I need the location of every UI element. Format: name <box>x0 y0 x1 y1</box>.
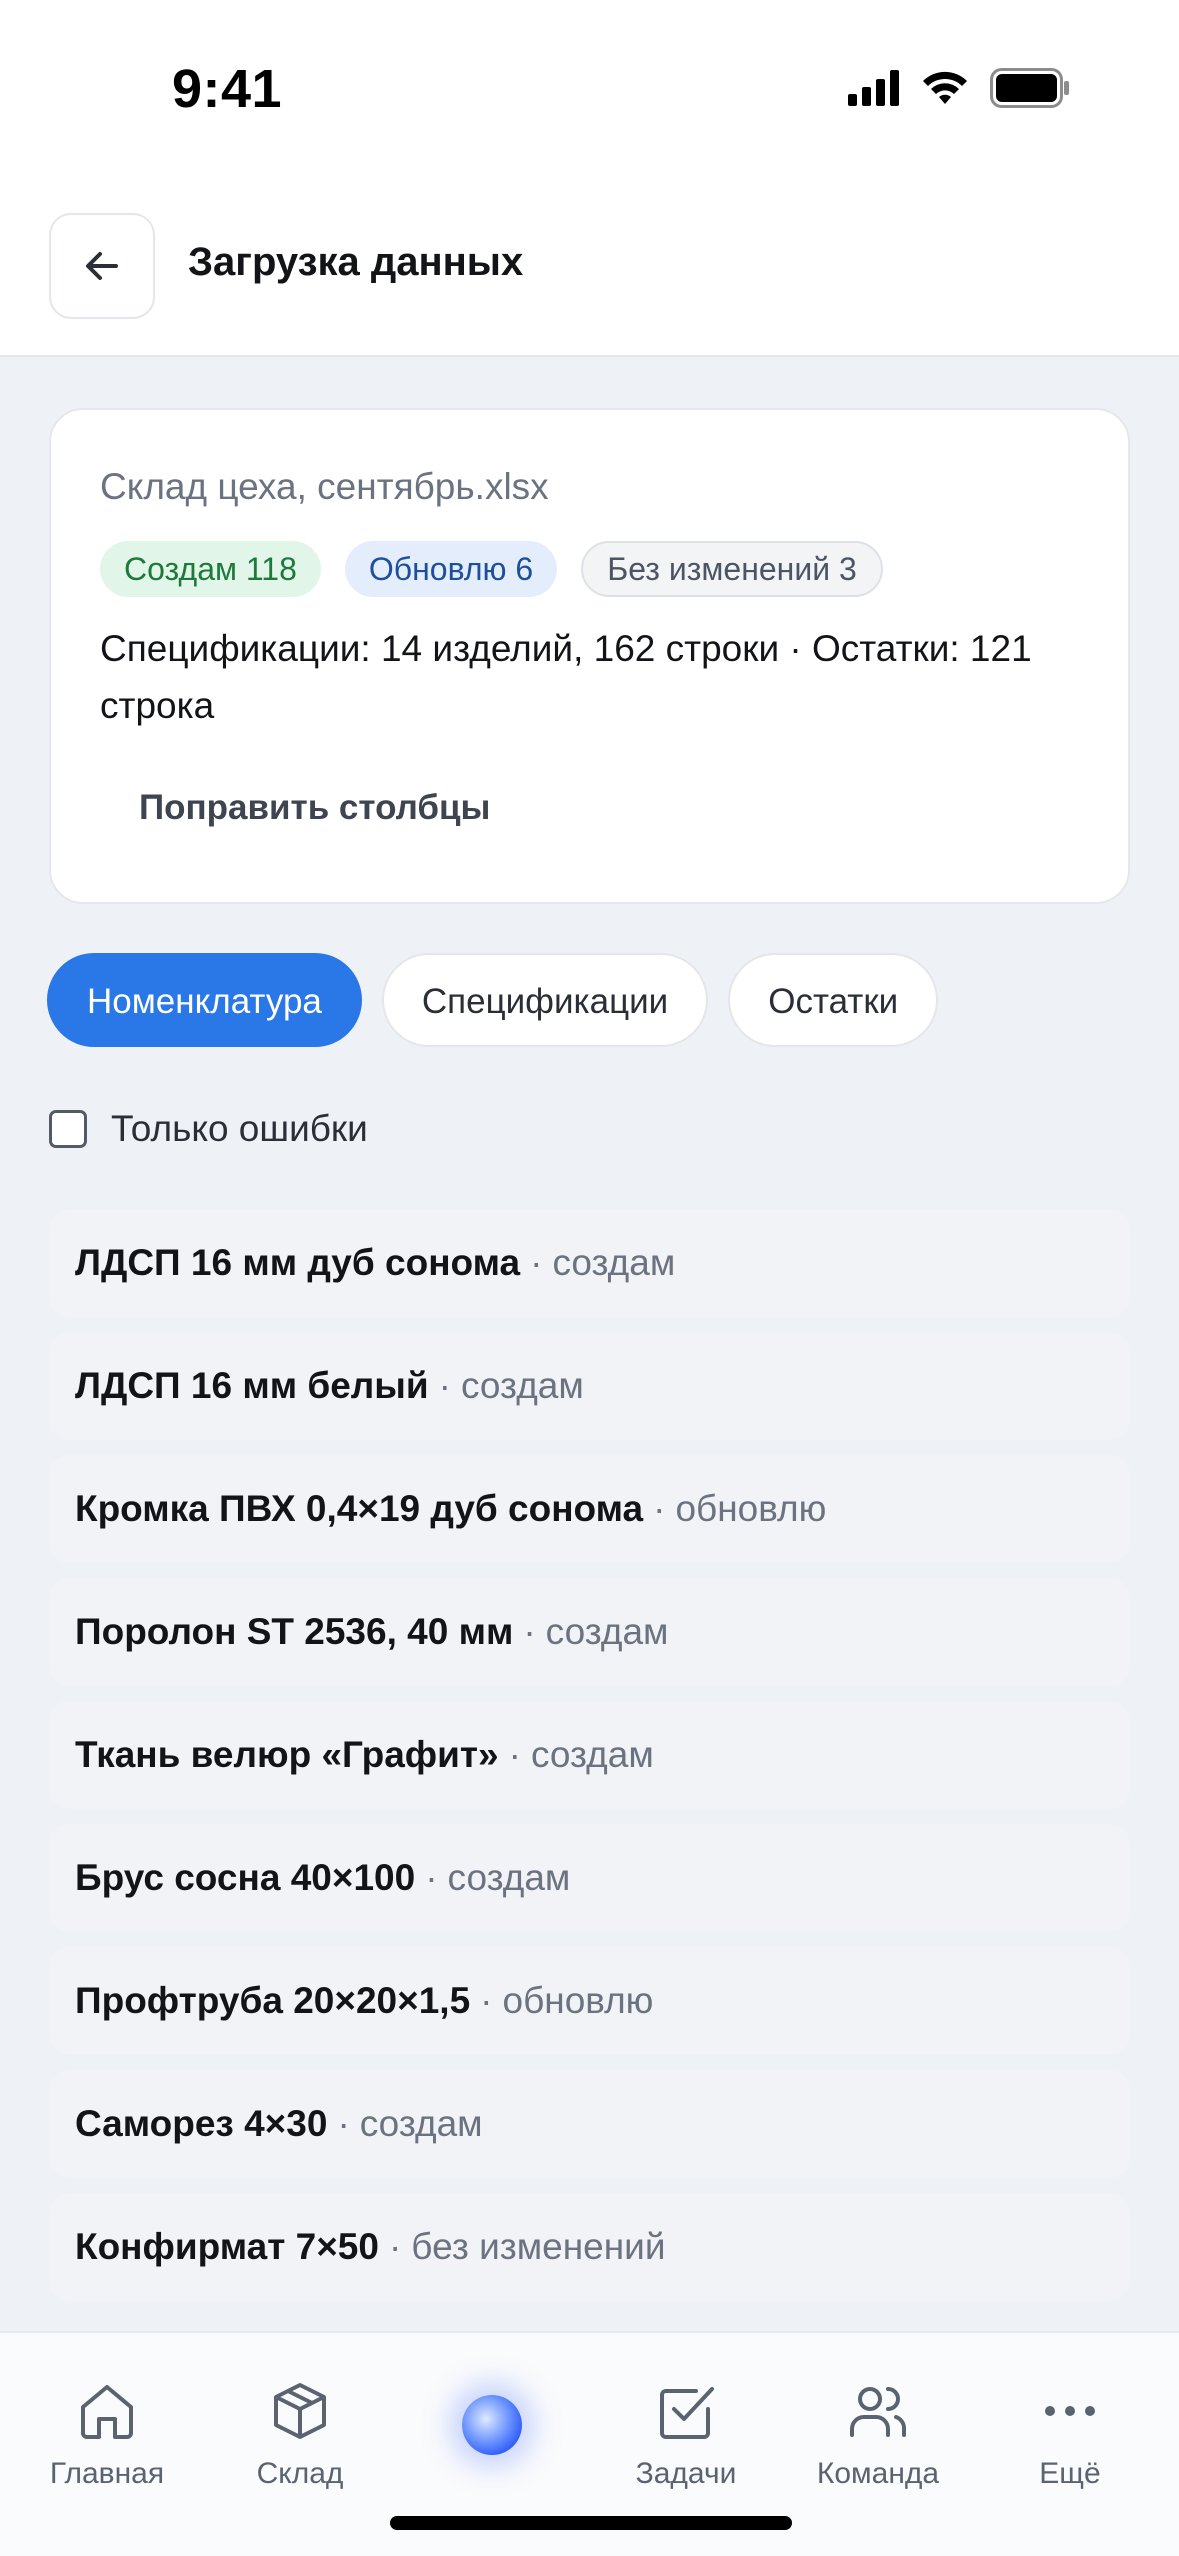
item-separator: · <box>653 1488 666 1529</box>
item-separator: · <box>530 1242 543 1283</box>
nav-warehouse-label: Склад <box>256 2457 344 2490</box>
item-status: создам <box>545 1611 669 1652</box>
battery-icon <box>990 68 1069 108</box>
file-name: Склад цеха, сентябрь.xlsx <box>100 466 549 507</box>
item-list: ЛДСП 16 мм дуб сонома · создам ЛДСП 16 мм … <box>49 1209 1130 2316</box>
item-name: ЛДСП 16 мм белый <box>75 1365 429 1406</box>
list-item[interactable]: Профтруба 20×20×1,5 · обновлю <box>49 1947 1130 2055</box>
status-time: 9:41 <box>172 59 283 119</box>
errors-only-filter[interactable]: Только ошибки <box>49 1108 368 1150</box>
errors-only-checkbox[interactable] <box>49 1110 87 1148</box>
list-item[interactable]: ЛДСП 16 мм дуб сонома · создам <box>49 1209 1130 1317</box>
nav-more[interactable]: Ещё <box>990 2379 1150 2491</box>
item-name: Профтруба 20×20×1,5 <box>75 1980 471 2021</box>
errors-only-label: Только ошибки <box>111 1108 368 1149</box>
item-separator: · <box>523 1611 536 1652</box>
more-icon <box>1045 2406 1095 2416</box>
list-item[interactable]: Ткань велюр «Графит» · создам <box>49 1701 1130 1809</box>
nav-team[interactable]: Команда <box>798 2379 958 2491</box>
item-status: обновлю <box>502 1980 654 2021</box>
summary-text: Спецификации: 14 изделий, 162 строки · О… <box>100 628 1032 726</box>
result-badges: Создам 118 Обновлю 6 Без изменений 3 <box>100 541 883 597</box>
nav-tasks[interactable]: Задачи <box>606 2379 766 2491</box>
item-status: создам <box>460 1365 584 1406</box>
wifi-icon <box>923 71 967 104</box>
back-button[interactable] <box>49 213 155 319</box>
tab-specifications[interactable]: Спецификации <box>381 953 709 1047</box>
list-item[interactable]: Брус сосна 40×100 · создам <box>49 1824 1130 1932</box>
nav-home-label: Главная <box>49 2457 165 2490</box>
item-status: создам <box>530 1734 654 1775</box>
item-name: Поролон ST 2536, 40 мм <box>75 1611 514 1652</box>
nav-more-label: Ещё <box>1039 2457 1101 2490</box>
item-name: Кромка ПВХ 0,4×19 дуб сонома <box>75 1488 644 1529</box>
item-separator: · <box>425 1857 438 1898</box>
item-status: обновлю <box>675 1488 827 1529</box>
item-separator: · <box>438 1365 451 1406</box>
item-name: ЛДСП 16 мм дуб сонома <box>75 1242 521 1283</box>
badge-update: Обновлю 6 <box>344 541 558 597</box>
users-icon <box>850 2387 906 2437</box>
item-status: создам <box>447 1857 571 1898</box>
signal-icon <box>848 70 899 106</box>
section-tabs: Номенклатура Спецификации Остатки <box>47 953 939 1047</box>
item-name: Саморез 4×30 <box>75 2103 328 2144</box>
home-icon <box>81 2385 133 2439</box>
top-bar: 9:41 Загрузка данных <box>0 0 1179 357</box>
item-separator: · <box>508 1734 521 1775</box>
item-name: Конфирмат 7×50 <box>75 2226 379 2267</box>
page-title: Загрузка данных <box>188 240 524 284</box>
arrow-left-icon <box>86 252 118 280</box>
nav-team-label: Команда <box>816 2457 940 2490</box>
item-separator: · <box>388 2226 402 2267</box>
list-item[interactable]: ЛДСП 16 мм белый · создам <box>49 1332 1130 1440</box>
nav-warehouse[interactable]: Склад <box>220 2379 380 2491</box>
fix-columns-button[interactable]: Поправить столбцы <box>139 788 490 828</box>
badge-create: Создам 118 <box>100 541 321 597</box>
item-status: создам <box>359 2103 483 2144</box>
item-separator: · <box>480 1980 493 2021</box>
item-separator: · <box>337 2103 350 2144</box>
list-item[interactable]: Поролон ST 2536, 40 мм · создам <box>49 1578 1130 1686</box>
list-item[interactable]: Саморез 4×30 · создам <box>49 2070 1130 2178</box>
item-name: Брус сосна 40×100 <box>75 1857 416 1898</box>
box-icon <box>274 2383 326 2439</box>
item-name: Ткань велюр «Графит» <box>75 1734 499 1775</box>
home-indicator <box>390 2516 792 2530</box>
list-item[interactable]: Кромка ПВХ 0,4×19 дуб сонома · обновлю <box>49 1455 1130 1563</box>
badge-unchanged: Без изменений 3 <box>581 541 883 597</box>
checkbox-icon <box>660 2387 714 2439</box>
import-summary-card: Склад цеха, сентябрь.xlsx Создам 118 Обн… <box>49 408 1130 904</box>
nav-home[interactable]: Главная <box>27 2379 187 2491</box>
item-status: создам <box>552 1242 676 1283</box>
assistant-orb-icon[interactable] <box>462 2395 522 2455</box>
list-item[interactable]: Конфирмат 7×50 · без изменений <box>49 2193 1130 2301</box>
tab-nomenclature[interactable]: Номенклатура <box>47 953 362 1047</box>
item-status: без изменений <box>411 2226 666 2267</box>
nav-tasks-label: Задачи <box>635 2457 737 2490</box>
tab-stock[interactable]: Остатки <box>728 953 939 1047</box>
